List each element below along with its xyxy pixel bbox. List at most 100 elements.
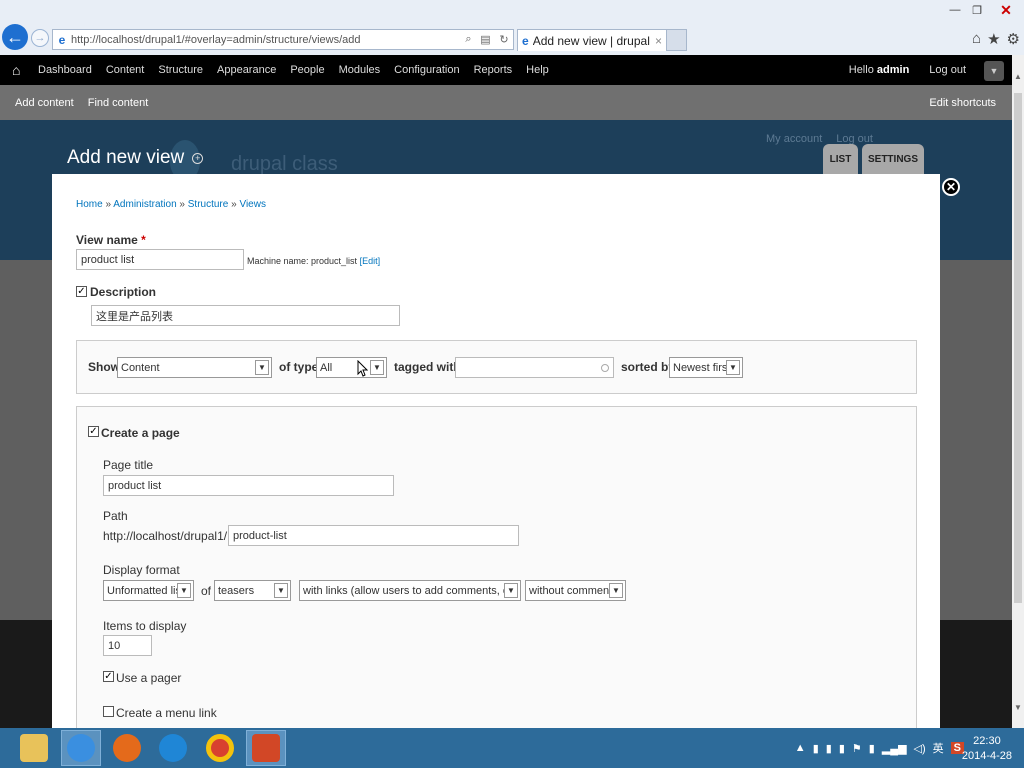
use-pager-checkbox[interactable]: ✓ xyxy=(103,671,114,682)
overlay-close-icon[interactable]: ✕ xyxy=(942,178,960,196)
scroll-down-icon[interactable]: ▼ xyxy=(1012,700,1024,714)
search-icon[interactable]: ⌕ xyxy=(465,33,471,46)
system-tray: ▲ ▮ ▮ ▮ ⚑ ▮ ▂▄▆ ◁) 英 S xyxy=(795,728,964,768)
window-controls: — ❐ ✕ xyxy=(944,0,1024,20)
ime-icon[interactable]: 英 xyxy=(933,740,944,756)
address-bar[interactable]: e http://localhost/drupal1/#overlay=admi… xyxy=(52,29,514,50)
machine-name: Machine name: product_list [Edit] xyxy=(247,256,380,266)
back-button[interactable]: ← xyxy=(2,24,28,50)
shortcut-bar: Add content Find content Edit shortcuts xyxy=(0,85,1012,120)
create-menu-link-checkbox[interactable] xyxy=(103,706,114,717)
chevron-down-icon: ▼ xyxy=(274,583,288,598)
refresh-icon[interactable]: ↻ xyxy=(499,33,508,46)
favorites-star-icon[interactable]: ★ xyxy=(987,30,1000,48)
shortcut-find-content[interactable]: Find content xyxy=(88,97,149,109)
teasers-select[interactable]: teasers ▼ xyxy=(214,580,291,601)
required-mark: * xyxy=(141,233,146,247)
tab-settings[interactable]: SETTINGS xyxy=(862,144,924,174)
items-to-display-label: Items to display xyxy=(103,619,187,633)
breadcrumb-structure[interactable]: Structure xyxy=(188,199,229,210)
description-input[interactable]: 这里是产品列表 xyxy=(91,305,400,326)
taskbar-powerpoint[interactable] xyxy=(246,730,286,766)
of-type-select[interactable]: All ▼ xyxy=(316,357,387,378)
breadcrumb-home[interactable]: Home xyxy=(76,199,103,210)
page-title-input[interactable]: product list xyxy=(103,475,394,496)
add-shortcut-icon[interactable]: + xyxy=(192,152,204,164)
tray-app-icon[interactable]: ▮ xyxy=(839,742,845,755)
path-input[interactable]: product-list xyxy=(228,525,519,546)
taskbar-internet-explorer[interactable] xyxy=(61,730,101,766)
minimize-icon[interactable]: — xyxy=(944,0,966,20)
scroll-up-icon[interactable]: ▲ xyxy=(1012,69,1024,83)
menu-appearance[interactable]: Appearance xyxy=(217,64,276,76)
chevron-down-icon: ▼ xyxy=(504,583,518,598)
display-format-select[interactable]: Unformatted list ▼ xyxy=(103,580,194,601)
taskbar-file-explorer[interactable] xyxy=(14,730,54,766)
firefox-icon xyxy=(113,734,141,762)
breadcrumb-administration[interactable]: Administration xyxy=(113,199,176,210)
menu-people[interactable]: People xyxy=(290,64,324,76)
view-name-input[interactable]: product list xyxy=(76,249,244,270)
items-to-display-input[interactable]: 10 xyxy=(103,635,152,656)
show-select-value: Content xyxy=(121,361,160,374)
browser-tab-active[interactable]: e Add new view | drupal cl... × xyxy=(517,29,667,51)
menu-help[interactable]: Help xyxy=(526,64,549,76)
tab-close-icon[interactable]: × xyxy=(655,34,662,48)
taskbar-chrome[interactable] xyxy=(200,730,240,766)
tagged-with-input[interactable] xyxy=(455,357,614,378)
compat-icon[interactable]: ▤ xyxy=(480,33,490,46)
tray-app-icon[interactable]: ▮ xyxy=(869,742,875,755)
my-account-link: My account xyxy=(766,133,823,145)
comments-select[interactable]: without comments ▼ xyxy=(525,580,626,601)
restore-icon[interactable]: ❐ xyxy=(966,0,988,20)
logout-link[interactable]: Log out xyxy=(929,64,966,76)
flag-icon[interactable]: ⚑ xyxy=(852,742,862,755)
windows-taskbar: ▲ ▮ ▮ ▮ ⚑ ▮ ▂▄▆ ◁) 英 S 22:30 2014-4-28 xyxy=(0,728,1024,768)
show-select[interactable]: Content ▼ xyxy=(117,357,272,378)
tray-expand-icon[interactable]: ▲ xyxy=(795,742,806,754)
window-close-icon[interactable]: ✕ xyxy=(988,0,1024,20)
scrollbar-thumb[interactable] xyxy=(1014,93,1022,603)
taskbar-firefox[interactable] xyxy=(107,730,147,766)
menu-dashboard[interactable]: Dashboard xyxy=(38,64,92,76)
sorted-by-select[interactable]: Newest first ▼ xyxy=(669,357,743,378)
shortcut-add-content[interactable]: Add content xyxy=(15,97,74,109)
mouse-cursor-icon xyxy=(357,360,368,377)
address-controls: ⌕ ▤ ↻ xyxy=(461,33,513,46)
new-tab-button[interactable] xyxy=(667,29,687,51)
volume-icon[interactable]: ◁) xyxy=(914,742,926,755)
tray-app-icon[interactable]: ▮ xyxy=(813,742,819,755)
taskbar-app-s[interactable] xyxy=(153,730,193,766)
display-of-label: of xyxy=(201,584,212,598)
address-url[interactable]: http://localhost/drupal1/#overlay=admin/… xyxy=(71,34,461,46)
links-select[interactable]: with links (allow users to add comments,… xyxy=(299,580,521,601)
ie-icon: e xyxy=(522,33,529,48)
gear-icon[interactable]: ⚙ xyxy=(1007,30,1020,48)
home-icon[interactable]: ⌂ xyxy=(972,30,981,48)
sorted-by-label: sorted by xyxy=(621,360,676,374)
description-checkbox[interactable]: ✓ xyxy=(76,286,87,297)
browser-chrome: — ❐ ✕ ← → e http://localhost/drupal1/#ov… xyxy=(0,0,1024,55)
menu-structure[interactable]: Structure xyxy=(158,64,203,76)
hello-user[interactable]: Hello admin xyxy=(849,64,910,76)
forward-button[interactable]: → xyxy=(31,29,49,47)
tab-list[interactable]: LIST xyxy=(823,144,858,174)
menu-content[interactable]: Content xyxy=(106,64,145,76)
edit-shortcuts-link[interactable]: Edit shortcuts xyxy=(929,85,996,120)
menu-modules[interactable]: Modules xyxy=(339,64,381,76)
tagged-with-label: tagged with xyxy=(394,360,461,374)
page-scrollbar[interactable]: ▲ ▼ xyxy=(1012,55,1024,728)
shortcut-drawer-toggle-icon[interactable]: ▼ xyxy=(984,61,1004,81)
username[interactable]: admin xyxy=(877,64,909,76)
system-clock[interactable]: 22:30 2014-4-28 xyxy=(962,734,1012,764)
create-page-checkbox[interactable]: ✓ xyxy=(88,426,99,437)
network-icon[interactable]: ▂▄▆ xyxy=(882,742,907,755)
menu-configuration[interactable]: Configuration xyxy=(394,64,459,76)
machine-name-edit-link[interactable]: [Edit] xyxy=(360,256,381,266)
home-icon[interactable]: ⌂ xyxy=(12,62,20,78)
teasers-select-value: teasers xyxy=(218,584,255,597)
browser-right-icons: ⌂ ★ ⚙ xyxy=(972,30,1020,48)
tray-app-icon[interactable]: ▮ xyxy=(826,742,832,755)
menu-reports[interactable]: Reports xyxy=(474,64,513,76)
breadcrumb-views[interactable]: Views xyxy=(239,199,266,210)
